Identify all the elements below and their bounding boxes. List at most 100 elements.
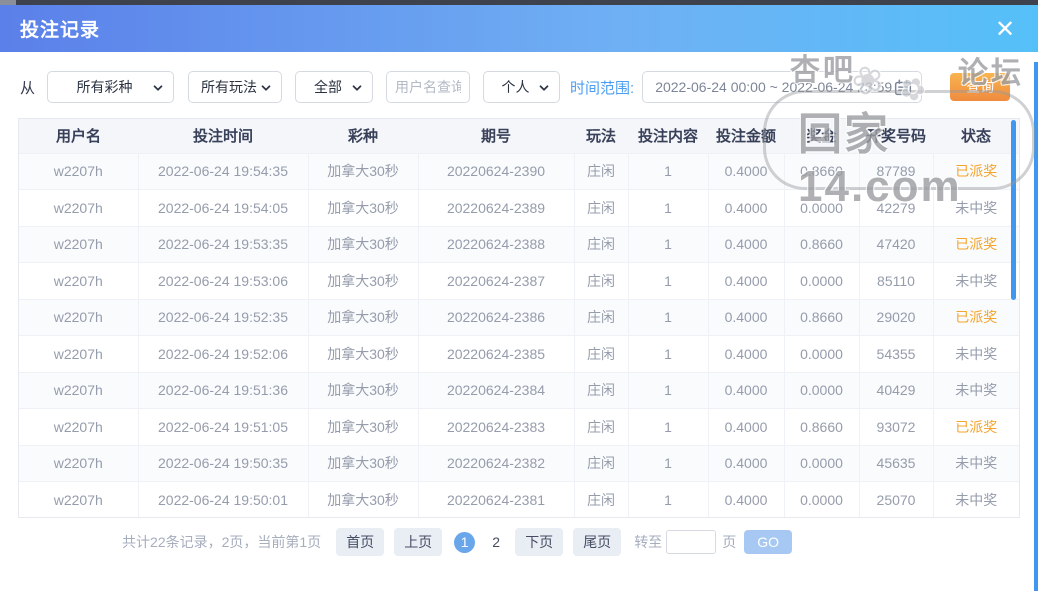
next-page-button[interactable]: 下页 [515,528,563,556]
cell-prize: 0.8660 [784,153,859,190]
table-row: w2207h2022-06-24 19:51:36加拿大30秒20220624-… [19,372,1019,409]
cell-status: 未中奖 [933,336,1019,373]
cell-content: 1 [628,445,708,482]
col-play: 玩法 [574,119,628,153]
close-icon[interactable]: ✕ [990,15,1020,45]
page-number-1[interactable]: 1 [454,532,475,553]
cell-time: 2022-06-24 19:51:05 [138,409,308,446]
cell-play: 庄闲 [574,482,628,519]
table-header-row: 用户名 投注时间 彩种 期号 玩法 投注内容 投注金额 奖金 开奖号码 状态 [19,119,1019,153]
col-lottery: 彩种 [308,119,418,153]
cell-content: 1 [628,299,708,336]
person-value: 个人 [502,77,530,97]
cell-amount: 0.4000 [708,226,784,263]
last-page-button[interactable]: 尾页 [573,528,621,556]
cell-prize: 0.0000 [784,445,859,482]
search-button[interactable]: 查询 [950,73,1010,101]
filter-bar: 从 所有彩种 所有玩法 全部 个人 时间范围: 2022-06-24 00:00… [20,71,1010,103]
cell-issue: 20220624-2382 [418,445,574,482]
cell-time: 2022-06-24 19:53:35 [138,226,308,263]
cell-draw: 29020 [859,299,933,336]
cell-issue: 20220624-2383 [418,409,574,446]
first-page-button[interactable]: 首页 [336,528,384,556]
go-button[interactable]: GO [744,530,792,554]
play-type-select[interactable]: 所有玩法 [188,71,282,103]
cell-lottery: 加拿大30秒 [308,299,418,336]
cell-time: 2022-06-24 19:54:35 [138,153,308,190]
page-scrollbar[interactable] [1034,62,1038,591]
cell-time: 2022-06-24 19:54:05 [138,190,308,227]
cell-draw: 85110 [859,263,933,300]
cell-draw: 45635 [859,445,933,482]
cell-username: w2207h [19,263,138,300]
cell-prize: 0.8660 [784,409,859,446]
cell-content: 1 [628,409,708,446]
cell-issue: 20220624-2387 [418,263,574,300]
cell-username: w2207h [19,190,138,227]
cell-time: 2022-06-24 19:52:06 [138,336,308,373]
chevron-down-icon [350,81,364,95]
table-row: w2207h2022-06-24 19:52:35加拿大30秒20220624-… [19,299,1019,336]
cell-play: 庄闲 [574,263,628,300]
pagination-summary: 共计22条记录，2页，当前第1页 [122,532,321,552]
cell-status: 未中奖 [933,482,1019,519]
table-row: w2207h2022-06-24 19:53:35加拿大30秒20220624-… [19,226,1019,263]
cell-time: 2022-06-24 19:53:06 [138,263,308,300]
cell-content: 1 [628,226,708,263]
records-table: 用户名 投注时间 彩种 期号 玩法 投注内容 投注金额 奖金 开奖号码 状态 w… [18,118,1020,518]
cell-issue: 20220624-2386 [418,299,574,336]
table-scrollbar-thumb[interactable] [1011,120,1016,300]
username-search-input[interactable] [386,71,470,103]
cell-draw: 40429 [859,372,933,409]
cell-draw: 42279 [859,190,933,227]
cell-status: 未中奖 [933,190,1019,227]
cell-content: 1 [628,372,708,409]
lottery-type-select[interactable]: 所有彩种 [47,71,174,103]
cell-content: 1 [628,153,708,190]
person-select[interactable]: 个人 [483,71,560,103]
cell-status: 已派奖 [933,409,1019,446]
cell-prize: 0.8660 [784,226,859,263]
scope-select[interactable]: 全部 [295,71,373,103]
goto-unit-label: 页 [722,532,736,552]
pagination-bar: 共计22条记录，2页，当前第1页 首页 上页 1 2 下页 尾页 转至 页 GO [0,529,976,555]
cell-username: w2207h [19,153,138,190]
cell-lottery: 加拿大30秒 [308,153,418,190]
table-row: w2207h2022-06-24 19:50:01加拿大30秒20220624-… [19,482,1019,519]
goto-page-input[interactable] [666,530,716,554]
calendar-icon [892,77,914,99]
cell-prize: 0.0000 [784,190,859,227]
cell-amount: 0.4000 [708,336,784,373]
cell-amount: 0.4000 [708,153,784,190]
cell-lottery: 加拿大30秒 [308,409,418,446]
chevron-down-icon [537,81,551,95]
cell-issue: 20220624-2389 [418,190,574,227]
cell-username: w2207h [19,482,138,519]
cell-draw: 47420 [859,226,933,263]
time-range-label: 时间范围: [570,77,634,98]
cell-status: 已派奖 [933,226,1019,263]
betting-records-modal: 投注记录 ✕ 从 所有彩种 所有玩法 全部 个人 时间范围: 2022-06-2… [0,0,1038,591]
cell-time: 2022-06-24 19:52:35 [138,299,308,336]
cell-lottery: 加拿大30秒 [308,482,418,519]
cell-issue: 20220624-2390 [418,153,574,190]
cell-username: w2207h [19,445,138,482]
from-label: 从 [20,77,35,98]
time-range-input[interactable]: 2022-06-24 00:00 ~ 2022-06-24 23:59 [642,71,922,103]
cell-lottery: 加拿大30秒 [308,190,418,227]
cell-amount: 0.4000 [708,482,784,519]
cell-status: 未中奖 [933,263,1019,300]
page-number-2[interactable]: 2 [489,534,503,550]
cell-username: w2207h [19,409,138,446]
cell-draw: 25070 [859,482,933,519]
table-row: w2207h2022-06-24 19:54:35加拿大30秒20220624-… [19,153,1019,190]
col-username: 用户名 [19,119,138,153]
cell-play: 庄闲 [574,226,628,263]
time-range-value: 2022-06-24 00:00 ~ 2022-06-24 23:59 [655,79,892,95]
cell-draw: 54355 [859,336,933,373]
prev-page-button[interactable]: 上页 [394,528,442,556]
cell-prize: 0.0000 [784,336,859,373]
col-prize: 奖金 [784,119,859,153]
cell-draw: 87789 [859,153,933,190]
page-title: 投注记录 [0,15,100,42]
